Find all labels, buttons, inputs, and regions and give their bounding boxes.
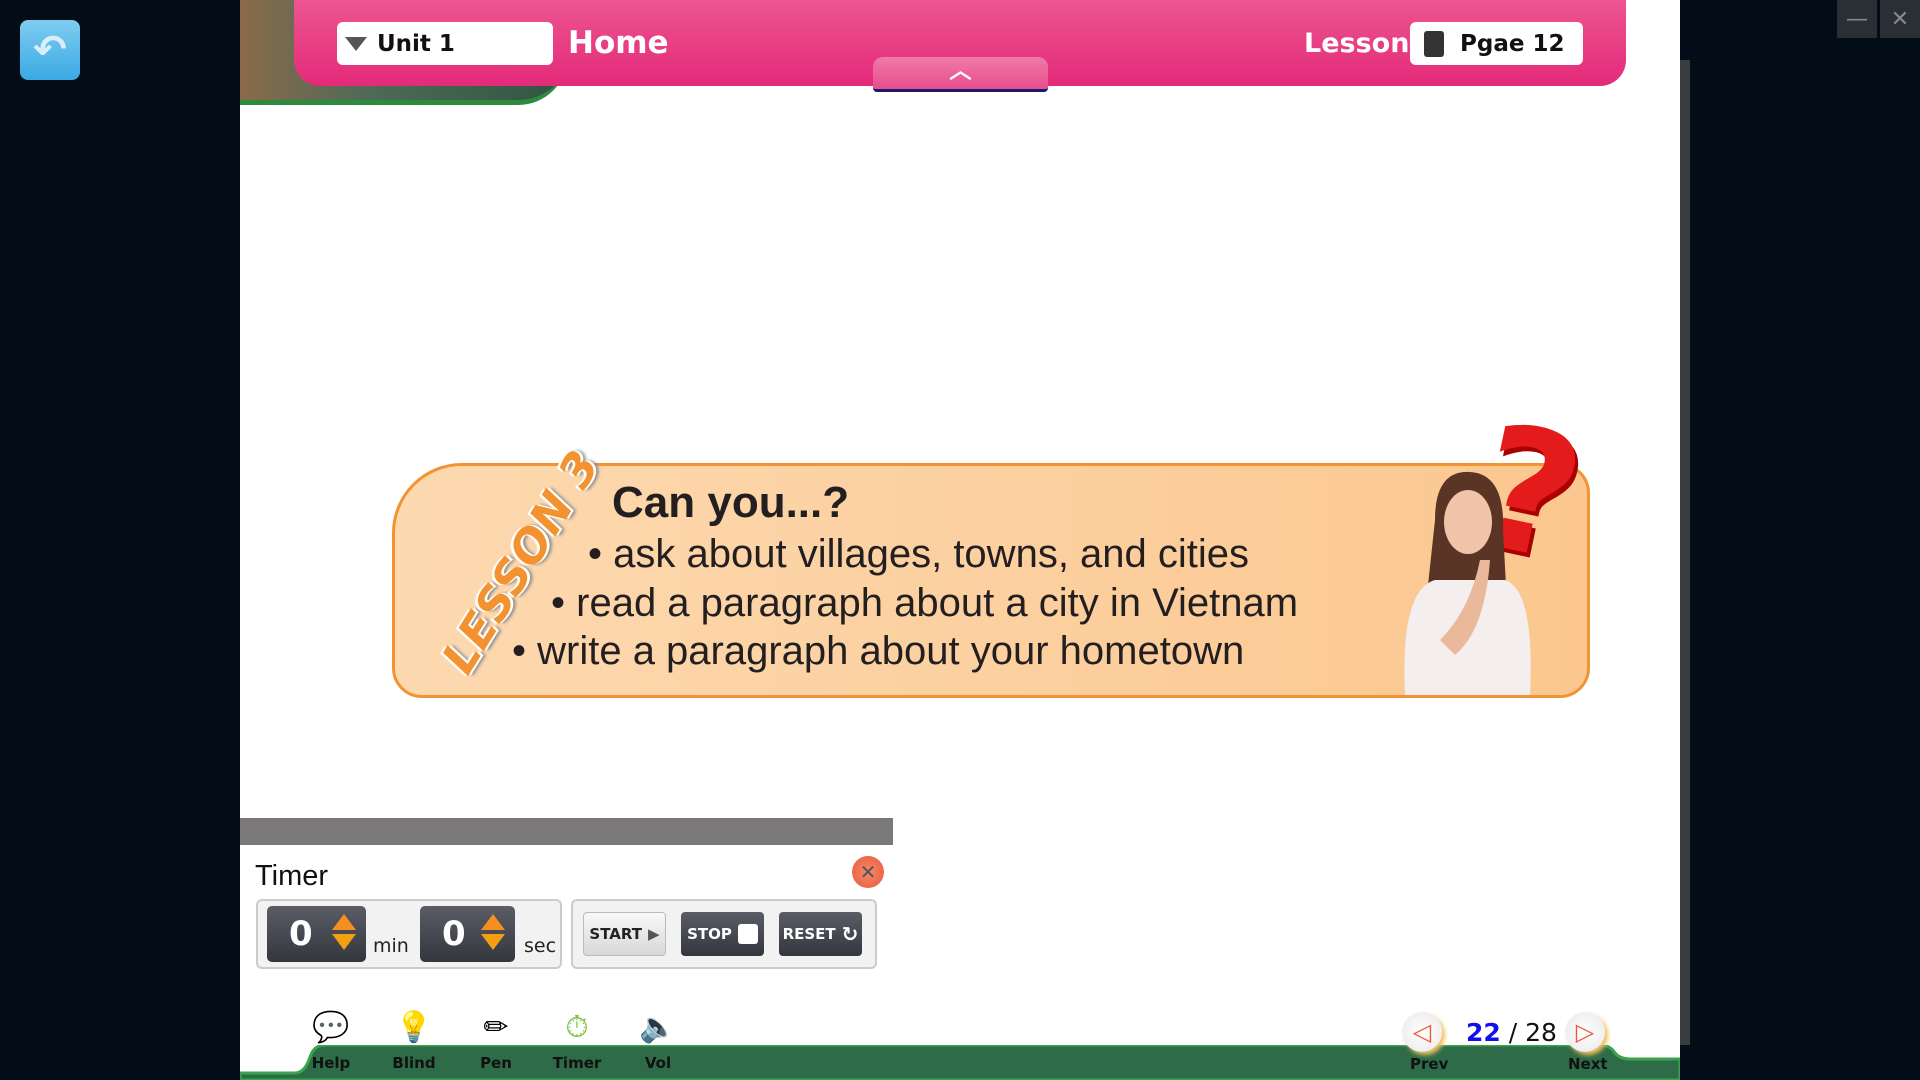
toolbar-help[interactable]: 💬 Help (296, 1008, 366, 1072)
girl-thinking-image (1404, 471, 1531, 695)
minimize-button[interactable]: — (1837, 0, 1877, 38)
banner-bullet: • ask about villages, towns, and cities (588, 532, 1250, 576)
chevron-up-icon: ︿ (949, 59, 972, 84)
prev-page-button[interactable]: ◁ (1402, 1012, 1442, 1052)
minutes-stepper[interactable]: 0 (267, 906, 366, 962)
close-window-button[interactable]: ✕ (1880, 0, 1920, 38)
triangle-left-icon: ◁ (1412, 1018, 1432, 1046)
window-controls: — ✕ (1834, 0, 1920, 38)
timer-controls: START ▶ STOP RESET ↻ (571, 899, 877, 969)
toolbar-timer[interactable]: ⏱ Timer (542, 1008, 612, 1072)
document-icon (1424, 30, 1444, 57)
min-label: min (373, 935, 409, 957)
seconds-stepper[interactable]: 0 (420, 906, 515, 962)
timer-title: Timer (255, 860, 329, 892)
speaker-icon: 🔈 (639, 1010, 677, 1045)
up-down-arrows-icon[interactable] (332, 914, 356, 950)
unit-title: Home (568, 25, 669, 61)
unit-label: Unit 1 (377, 30, 455, 57)
page-selector[interactable]: Pgae 12 (1410, 22, 1583, 65)
up-down-arrows-icon[interactable] (481, 914, 505, 950)
stop-button[interactable]: STOP (681, 912, 764, 956)
stopwatch-icon: ⏱ (565, 1010, 589, 1045)
timer-drag-bar[interactable] (240, 818, 893, 845)
bottom-toolbar (240, 1045, 1680, 1080)
reset-button[interactable]: RESET ↻ (779, 912, 862, 956)
banner-bullet: • read a paragraph about a city in Vietn… (551, 581, 1299, 625)
back-arrow-icon: ↶ (33, 27, 67, 73)
toolbar-vol[interactable]: 🔈 Vol (623, 1008, 693, 1072)
close-icon: ✕ (859, 860, 877, 884)
close-timer-button[interactable]: ✕ (852, 856, 884, 888)
page-label: Pgae 12 (1460, 30, 1565, 57)
stop-icon (737, 924, 758, 944)
play-icon: ▶ (648, 925, 660, 943)
back-button[interactable]: ↶ (20, 20, 80, 80)
banner-heading: Can you...? (612, 478, 850, 527)
start-button[interactable]: START ▶ (583, 912, 666, 956)
unit-dropdown[interactable]: Unit 1 (337, 22, 553, 65)
dropdown-triangle-icon (345, 36, 367, 51)
lightbulb-icon: 💡 (395, 1010, 433, 1045)
sec-label: sec (524, 935, 557, 957)
pencil-icon: ✏ (483, 1010, 509, 1045)
seconds-value: 0 (442, 914, 466, 954)
minutes-value: 0 (289, 914, 313, 954)
current-page: 22 (1466, 1018, 1501, 1047)
triangle-right-icon: ▷ (1575, 1018, 1595, 1046)
toolbar-blind[interactable]: 💡 Blind (379, 1008, 449, 1072)
lesson-label: Lesson (1304, 28, 1410, 59)
collapse-header-tab[interactable]: ︿ (873, 57, 1048, 92)
refresh-icon: ↻ (841, 922, 859, 946)
next-page-button[interactable]: ▷ (1565, 1012, 1605, 1052)
time-setter: 0 min 0 sec (256, 899, 562, 969)
page-counter: 22 / 28 (1466, 1018, 1557, 1047)
banner-bullet: • write a paragraph about your hometown (512, 629, 1245, 673)
panel-edge (1680, 60, 1690, 1045)
next-label: Next (1568, 1055, 1608, 1073)
toolbar-pen[interactable]: ✏ Pen (461, 1008, 531, 1072)
prev-label: Prev (1410, 1055, 1449, 1073)
speech-bubble-icon: 💬 (312, 1010, 350, 1045)
total-pages: / 28 (1508, 1018, 1557, 1047)
